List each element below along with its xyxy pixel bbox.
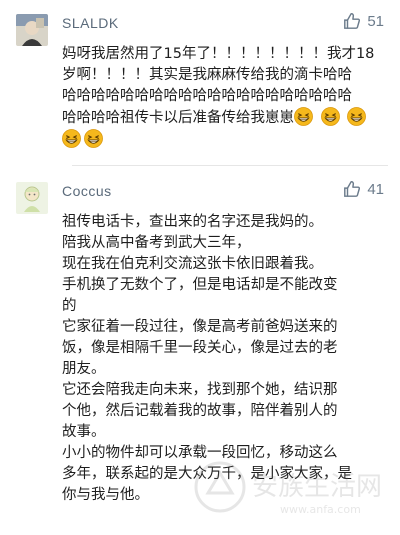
comment-item: Coccus 41 祖传电话卡，查出来的名字还是我妈的。 陪我从高中备考到武大三… [0,166,400,506]
grinning-squint-emoji-icon [84,129,103,148]
username[interactable]: Coccus [62,183,112,199]
avatar[interactable] [16,182,48,214]
comment-line: 的 [62,298,77,314]
comment-line: 陪我从高中备考到武大三年， [62,235,251,251]
comment-text: 妈呀我居然用了15年了！！！！！！！！我才18 岁啊！！！！其实是我麻麻传给我的… [62,44,382,151]
comment-line: 它家征着一段过往，像是高考前爸妈送来的 [62,319,338,335]
comment-line: 个他，然后记载着我的故事，陪伴着别人的 [62,403,338,419]
comment-header: SLALDK 51 [12,10,388,46]
like-count: 41 [367,180,384,198]
emoji-line [62,129,382,151]
comment-line: 你与我与他。 [62,487,149,503]
comment-line: 多年，联系起的是大众万千，是小家大家，是 [62,466,352,482]
thumbs-up-icon [344,181,361,197]
comment-line: 它还会陪我走向未来，找到那个她，结识那 [62,382,338,398]
comment-line: 妈呀我居然用了15年了！！！！！！！！我才18 [62,46,375,62]
username[interactable]: SLALDK [62,15,119,31]
comment-line: 小小的物件却可以承载一段回忆，移动这么 [62,445,338,461]
comment-text: 祖传电话卡，查出来的名字还是我妈的。 陪我从高中备考到武大三年， 现在我在伯克利… [62,212,382,506]
comment-line: 哈哈哈哈祖传卡以后准备传给我崽崽 [62,110,294,126]
comment-line-with-emoji: 哈哈哈哈祖传卡以后准备传给我崽崽 [62,107,382,129]
comment-line: 朋友。 [62,361,106,377]
comment-line: 祖传电话卡，查出来的名字还是我妈的。 [62,214,323,230]
like-button[interactable]: 41 [343,180,384,198]
comment-line: 饭，像是相隔千里一段关心，像是过去的老 [62,340,338,356]
comment-item: SLALDK 51 妈呀我居然用了15年了！！！！！！！！我才18 岁啊！！！！… [0,0,400,166]
comment-line: 岁啊！！！！其实是我麻麻传给我的滴卡哈哈 [62,67,352,83]
like-button[interactable]: 51 [343,12,384,30]
comment-line: 故事。 [62,424,106,440]
grinning-squint-emoji-icon [62,129,81,148]
grinning-squint-emoji-icon [347,107,367,126]
like-count: 51 [367,12,384,30]
comment-header: Coccus 41 [12,178,388,214]
avatar[interactable] [16,14,48,46]
grinning-squint-emoji-icon [294,107,313,126]
thumbs-up-icon [344,13,361,29]
grinning-squint-emoji-icon [320,107,340,126]
comment-line: 手机换了无数个了，但是电话却是不能改变 [62,277,338,293]
comment-line: 现在我在伯克利交流这张卡依旧跟着我。 [62,256,323,272]
comment-line: 哈哈哈哈哈哈哈哈哈哈哈哈哈哈哈哈哈哈哈哈 [62,88,352,104]
